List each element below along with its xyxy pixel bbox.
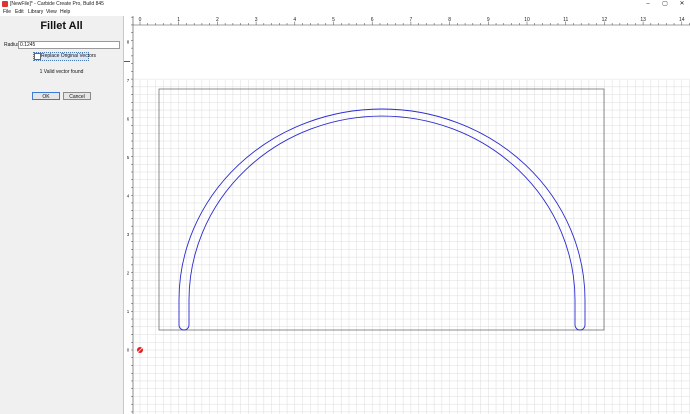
fillet-panel: Fillet All Radius 0.1245 Replace Origina… <box>0 16 124 414</box>
maximize-button[interactable]: ▢ <box>659 0 671 9</box>
close-button[interactable]: ✕ <box>676 0 688 9</box>
vector-status-text: 1 Valid vector found <box>39 69 84 75</box>
menu-bar: File Edit Library View Help <box>0 9 690 16</box>
ruler-marker <box>124 61 130 62</box>
menu-help[interactable]: Help <box>60 9 70 16</box>
cancel-button[interactable]: Cancel <box>63 92 91 100</box>
panel-title: Fillet All <box>40 20 83 32</box>
radius-input[interactable]: 0.1245 <box>18 41 120 49</box>
origin-icon <box>137 347 143 353</box>
title-bar: [NewFile]* - Carbide Create Pro, Build 8… <box>0 0 690 9</box>
minimize-button[interactable]: – <box>642 0 654 9</box>
menu-edit[interactable]: Edit <box>15 9 24 16</box>
window-title: [NewFile]* - Carbide Create Pro, Build 8… <box>10 1 104 7</box>
menu-library[interactable]: Library <box>28 9 43 16</box>
left-ruler <box>124 16 133 414</box>
replace-vectors-label: Replace Original Vectors <box>41 53 97 59</box>
design-canvas[interactable]: 0 1 2 3 4 5 6 7 8 9 10 11 12 13 14 012345678 <box>124 16 690 414</box>
menu-view[interactable]: View <box>46 9 57 16</box>
menu-file[interactable]: File <box>3 9 11 16</box>
app-icon <box>2 1 8 7</box>
replace-vectors-checkbox[interactable] <box>34 53 41 60</box>
ok-button[interactable]: OK <box>32 92 60 100</box>
